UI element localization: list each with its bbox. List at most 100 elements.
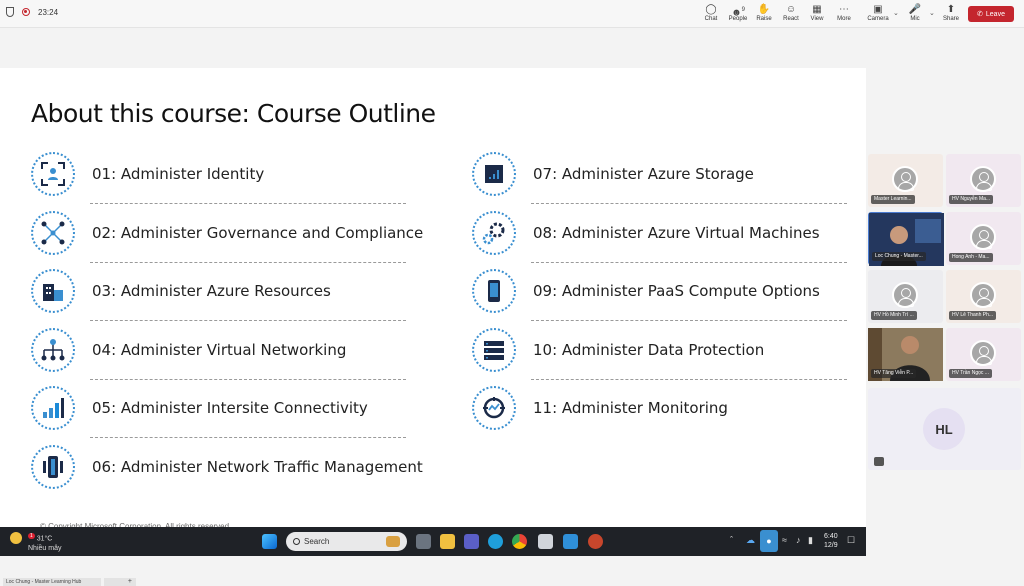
wifi-icon[interactable]: ≈ — [782, 535, 787, 545]
participant-tile[interactable]: HV Trần Ngọc ... — [946, 328, 1021, 381]
notification-icon[interactable]: ☐ — [847, 535, 855, 546]
participant-tile-initials[interactable]: HL — [868, 388, 1021, 470]
chrome-icon[interactable] — [512, 534, 527, 549]
smiley-icon: ☺ — [785, 4, 797, 15]
view-label: View — [810, 16, 824, 22]
new-tab-button[interactable]: + — [104, 578, 136, 586]
mic-off-icon: 🎤 — [908, 4, 922, 15]
camera-button[interactable]: ▣ Camera — [865, 4, 891, 22]
share-icon: ⬆ — [946, 4, 956, 15]
weather-condition: Nhiều mây — [28, 545, 62, 553]
edge-icon[interactable] — [488, 534, 503, 549]
onedrive-icon[interactable]: ☁ — [746, 535, 755, 546]
camera-label: Camera — [867, 16, 889, 22]
participant-tile[interactable]: HV Hồ Minh Trí ... — [868, 270, 943, 323]
clock-date: 12/9 — [824, 542, 838, 549]
outline-item-label: 06: Administer Network Traffic Managemen… — [92, 458, 423, 476]
meeting-toolbar: 23:24 ◯ Chat ☻9 People ✋ Raise ☺ React ▦… — [0, 0, 1024, 28]
slide-title: About this course: Course Outline — [31, 99, 436, 128]
participant-video-tile[interactable]: HV Tăng Viễn P... — [868, 328, 943, 381]
share-button[interactable]: ⬆ Share — [938, 4, 964, 22]
react-button[interactable]: ☺ React — [778, 4, 804, 22]
participant-name: HV Trần Ngọc ... — [949, 369, 992, 378]
react-label: React — [783, 16, 799, 22]
file-explorer-icon[interactable] — [440, 534, 455, 549]
volume-icon[interactable]: ♪ — [796, 535, 801, 545]
participant-tile[interactable]: Master Learnin... — [868, 154, 943, 207]
mic-options-chevron-icon[interactable]: ⌄ — [929, 9, 935, 17]
teams-icon[interactable] — [464, 534, 479, 549]
raise-hand-button[interactable]: ✋ Raise — [751, 4, 777, 22]
mic-tray-icon[interactable]: ● — [760, 530, 778, 552]
powerpoint-icon[interactable] — [588, 534, 603, 549]
phone-hangup-icon: ✆ — [977, 11, 983, 18]
avatar-icon — [970, 166, 996, 192]
participant-tile[interactable]: Hong Anh - Ma... — [946, 212, 1021, 265]
share-label: Share — [942, 16, 959, 22]
recording-icon — [22, 8, 30, 16]
task-view-icon[interactable] — [416, 534, 431, 549]
chat-label: Chat — [704, 16, 718, 22]
hand-icon: ✋ — [757, 4, 771, 15]
leave-button[interactable]: ✆ Leave — [968, 6, 1014, 22]
participant-name: Hong Anh - Ma... — [949, 253, 993, 262]
leave-label: Leave — [985, 10, 1005, 18]
participant-name: HV Tăng Viễn P... — [871, 369, 917, 378]
initials-avatar: HL — [923, 408, 965, 450]
temperature: 31°C — [36, 535, 53, 543]
outline-item-label: 10: Administer Data Protection — [533, 341, 765, 359]
view-button[interactable]: ▦ View — [804, 4, 830, 22]
governance-icon — [31, 211, 75, 255]
outline-item-label: 07: Administer Azure Storage — [533, 165, 754, 183]
chat-button[interactable]: ◯ Chat — [698, 4, 724, 22]
battery-icon[interactable]: ▮ — [808, 535, 813, 546]
divider — [531, 320, 847, 321]
windows-start-icon[interactable] — [262, 534, 277, 549]
bottom-strip: Loc Chung - Master Learning Hub + — [0, 556, 1024, 586]
tray-chevron-icon[interactable]: ˆ — [730, 535, 733, 545]
weather-alert-badge: 1 — [27, 533, 35, 539]
weather-widget[interactable]: 1 31°C Nhiều mây — [10, 531, 61, 554]
building-icon — [31, 269, 75, 313]
shield-icon — [6, 7, 14, 17]
traffic-manager-icon — [31, 445, 75, 489]
more-button[interactable]: ⋯ More — [831, 4, 857, 22]
people-label: People — [728, 16, 748, 22]
identity-icon — [31, 152, 75, 196]
clock-time: 6:40 — [824, 533, 838, 540]
notepad-icon[interactable] — [563, 534, 578, 549]
outline-item-label: 04: Administer Virtual Networking — [92, 341, 347, 359]
divider — [531, 379, 847, 380]
avatar-icon — [892, 166, 918, 192]
grid-icon: ▦ — [812, 4, 822, 15]
participant-tile[interactable]: HV Nguyễn Ma... — [946, 154, 1021, 207]
people-button[interactable]: ☻9 People — [725, 4, 751, 22]
people-count: 9 — [741, 7, 745, 13]
mic-button[interactable]: 🎤 Mic — [902, 4, 928, 22]
ellipsis-icon: ⋯ — [839, 4, 849, 15]
outline-item-label: 05: Administer Intersite Connectivity — [92, 399, 368, 417]
taskbar-clock[interactable]: 6:40 12/9 — [824, 532, 838, 550]
people-icon: ☻9 — [731, 7, 745, 19]
participant-video-tile[interactable]: Loc Chung - Master... — [868, 212, 944, 266]
outline-item-label: 08: Administer Azure Virtual Machines — [533, 224, 820, 242]
meeting-timer: 23:24 — [38, 7, 59, 17]
search-highlight-icon — [386, 536, 400, 547]
chat-icon: ◯ — [705, 4, 717, 15]
window-tab[interactable]: Loc Chung - Master Learning Hub — [3, 578, 101, 586]
divider — [90, 203, 406, 204]
avatar-icon — [970, 282, 996, 308]
storage-icon — [472, 152, 516, 196]
more-label: More — [837, 16, 851, 22]
mobile-device-icon — [472, 269, 516, 313]
mic-muted-icon — [874, 457, 884, 466]
participant-name: HV Lê Thanh Ph... — [949, 311, 997, 320]
windows-taskbar: 1 31°C Nhiều mây Search ˆ ☁ ● ≈ ♪ ▮ 6:40… — [0, 527, 866, 556]
mic-label: Mic — [910, 16, 920, 22]
divider — [90, 379, 406, 380]
app-icon[interactable] — [538, 534, 553, 549]
outline-item-label: 09: Administer PaaS Compute Options — [533, 282, 820, 300]
camera-options-chevron-icon[interactable]: ⌄ — [893, 9, 899, 17]
participant-tile[interactable]: HV Lê Thanh Ph... — [946, 270, 1021, 323]
monitor-gauge-icon — [472, 386, 516, 430]
